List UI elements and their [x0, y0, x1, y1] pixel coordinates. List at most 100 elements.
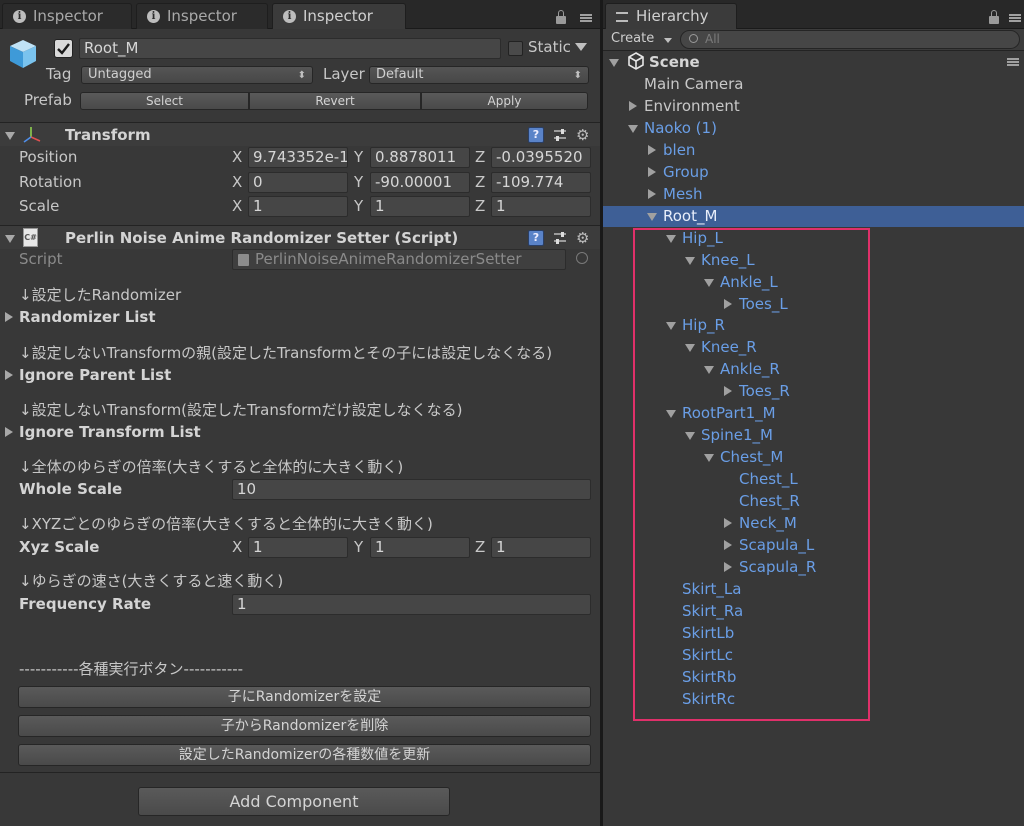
xyz-scale-z-input[interactable]: 1 — [491, 537, 591, 558]
transform-header[interactable]: Transform ? ⚙ — [0, 122, 600, 146]
gear-icon[interactable]: ⚙ — [576, 126, 589, 144]
cube-icon — [7, 38, 39, 70]
tag-value: Untagged — [88, 67, 152, 82]
position-z-input[interactable]: -0.0395520 — [491, 147, 591, 168]
lock-icon[interactable] — [556, 10, 566, 24]
search-icon — [689, 34, 698, 43]
script-reference-value: PerlinNoiseAnimeRandomizerSetter — [255, 250, 522, 268]
axis-x-label: X — [232, 538, 243, 556]
set-randomizer-button[interactable]: 子にRandomizerを設定 — [18, 686, 591, 708]
prefab-apply-button[interactable]: Apply — [421, 92, 588, 110]
xyz-scale-y-input[interactable]: 1 — [370, 537, 470, 558]
foldout-down-icon[interactable] — [609, 59, 619, 67]
search-placeholder: All — [705, 32, 720, 46]
hierarchy-item[interactable]: Naoko (1) — [644, 118, 717, 138]
inspector-panel: i Inspector i Inspector i Inspector Root… — [0, 0, 600, 826]
hierarchy-item[interactable]: Main Camera — [644, 74, 743, 94]
hierarchy-item[interactable]: Root_M — [663, 206, 717, 226]
scale-x-input[interactable]: 1 — [248, 196, 348, 217]
lock-icon[interactable] — [989, 10, 999, 24]
list-icon — [616, 12, 628, 22]
prefab-select-button[interactable]: Select — [80, 92, 249, 110]
axis-y-label: Y — [354, 538, 364, 556]
active-checkbox[interactable] — [54, 39, 73, 58]
tab-inspector-2[interactable]: i Inspector — [136, 3, 268, 29]
unity-logo-icon — [627, 52, 645, 70]
prefab-revert-button[interactable]: Revert — [249, 92, 421, 110]
hierarchy-item[interactable]: Environment — [644, 96, 740, 116]
tab-label: Inspector — [33, 7, 103, 25]
preset-slider-icon[interactable] — [552, 127, 568, 143]
note-ignore-parent: ↓設定しないTransformの親(設定したTransformとその子には設定し… — [19, 344, 553, 362]
ignore-transform-list-foldout[interactable]: Ignore Transform List — [19, 422, 201, 442]
foldout-right-icon[interactable] — [648, 188, 656, 199]
foldout-right-icon[interactable] — [648, 144, 656, 155]
chevron-down-icon — [664, 38, 672, 43]
foldout-down-icon[interactable] — [5, 132, 15, 140]
remove-randomizer-button[interactable]: 子からRandomizerを削除 — [18, 715, 591, 737]
transform-title: Transform — [65, 126, 151, 144]
object-name-input[interactable]: Root_M — [79, 38, 501, 59]
scene-label[interactable]: Scene — [649, 52, 700, 72]
object-picker-icon[interactable] — [576, 252, 588, 264]
scene-menu-icon[interactable] — [1007, 58, 1019, 66]
xyz-scale-x-input[interactable]: 1 — [248, 537, 348, 558]
hierarchy-item[interactable]: Group — [663, 162, 709, 182]
position-x-input[interactable]: 9.743352e-1 — [248, 147, 348, 168]
help-book-icon[interactable]: ? — [528, 127, 544, 143]
add-component-button[interactable]: Add Component — [138, 787, 450, 816]
panel-menu-icon[interactable] — [1009, 14, 1021, 22]
info-icon: i — [283, 10, 296, 23]
tab-inspector-3[interactable]: i Inspector — [272, 3, 406, 29]
preset-slider-icon[interactable] — [552, 230, 568, 246]
frequency-rate-label: Frequency Rate — [19, 595, 152, 613]
foldout-down-icon[interactable] — [628, 124, 638, 133]
gear-icon[interactable]: ⚙ — [576, 229, 589, 247]
xyz-scale-label: Xyz Scale — [19, 538, 100, 556]
layer-dropdown[interactable]: Default ⬍ — [369, 66, 589, 84]
static-dropdown-icon[interactable] — [575, 43, 587, 51]
axis-y-label: Y — [354, 148, 364, 166]
hierarchy-item[interactable]: blen — [663, 140, 695, 160]
hierarchy-panel: Hierarchy Create All Scene Main Camera En… — [603, 0, 1024, 826]
rotation-label: Rotation — [19, 173, 82, 191]
create-dropdown[interactable]: Create — [611, 30, 673, 49]
update-randomizer-button[interactable]: 設定したRandomizerの各種数値を更新 — [18, 744, 591, 766]
axis-x-label: X — [232, 173, 243, 191]
foldout-right-icon[interactable] — [5, 427, 13, 437]
frequency-rate-input[interactable]: 1 — [232, 594, 591, 615]
panel-menu-icon[interactable] — [580, 14, 592, 22]
whole-scale-input[interactable]: 10 — [232, 479, 591, 500]
tag-dropdown[interactable]: Untagged ⬍ — [81, 66, 313, 84]
highlight-box — [633, 228, 870, 721]
static-label: Static — [528, 38, 571, 56]
static-checkbox[interactable] — [508, 41, 523, 56]
foldout-right-icon[interactable] — [5, 370, 13, 380]
randomizer-list-foldout[interactable]: Randomizer List — [19, 307, 156, 327]
tab-label: Inspector — [303, 7, 373, 25]
tab-hierarchy[interactable]: Hierarchy — [605, 3, 737, 29]
rotation-z-input[interactable]: -109.774 — [491, 172, 591, 193]
foldout-down-icon[interactable] — [647, 212, 657, 221]
rotation-y-input[interactable]: -90.00001 — [370, 172, 470, 193]
hierarchy-search-input[interactable]: All — [680, 30, 1020, 49]
script-component-header[interactable]: C# Perlin Noise Anime Randomizer Setter … — [0, 225, 600, 249]
foldout-down-icon[interactable] — [5, 235, 15, 243]
info-icon: i — [13, 10, 26, 23]
rotation-x-input[interactable]: 0 — [248, 172, 348, 193]
axis-z-label: Z — [475, 197, 486, 215]
axes-icon — [22, 125, 42, 145]
foldout-right-icon[interactable] — [5, 312, 13, 322]
scale-y-input[interactable]: 1 — [370, 196, 470, 217]
hierarchy-item[interactable]: Mesh — [663, 184, 703, 204]
scale-z-input[interactable]: 1 — [491, 196, 591, 217]
tab-inspector-1[interactable]: i Inspector — [2, 3, 132, 29]
foldout-right-icon[interactable] — [629, 100, 637, 111]
inspector-tab-bar: i Inspector i Inspector i Inspector — [0, 0, 600, 29]
layer-value: Default — [376, 67, 424, 82]
foldout-right-icon[interactable] — [648, 166, 656, 177]
position-y-input[interactable]: 0.8878011 — [370, 147, 470, 168]
ignore-parent-list-foldout[interactable]: Ignore Parent List — [19, 365, 171, 385]
help-book-icon[interactable]: ? — [528, 230, 544, 246]
updown-arrow-icon: ⬍ — [297, 70, 306, 81]
